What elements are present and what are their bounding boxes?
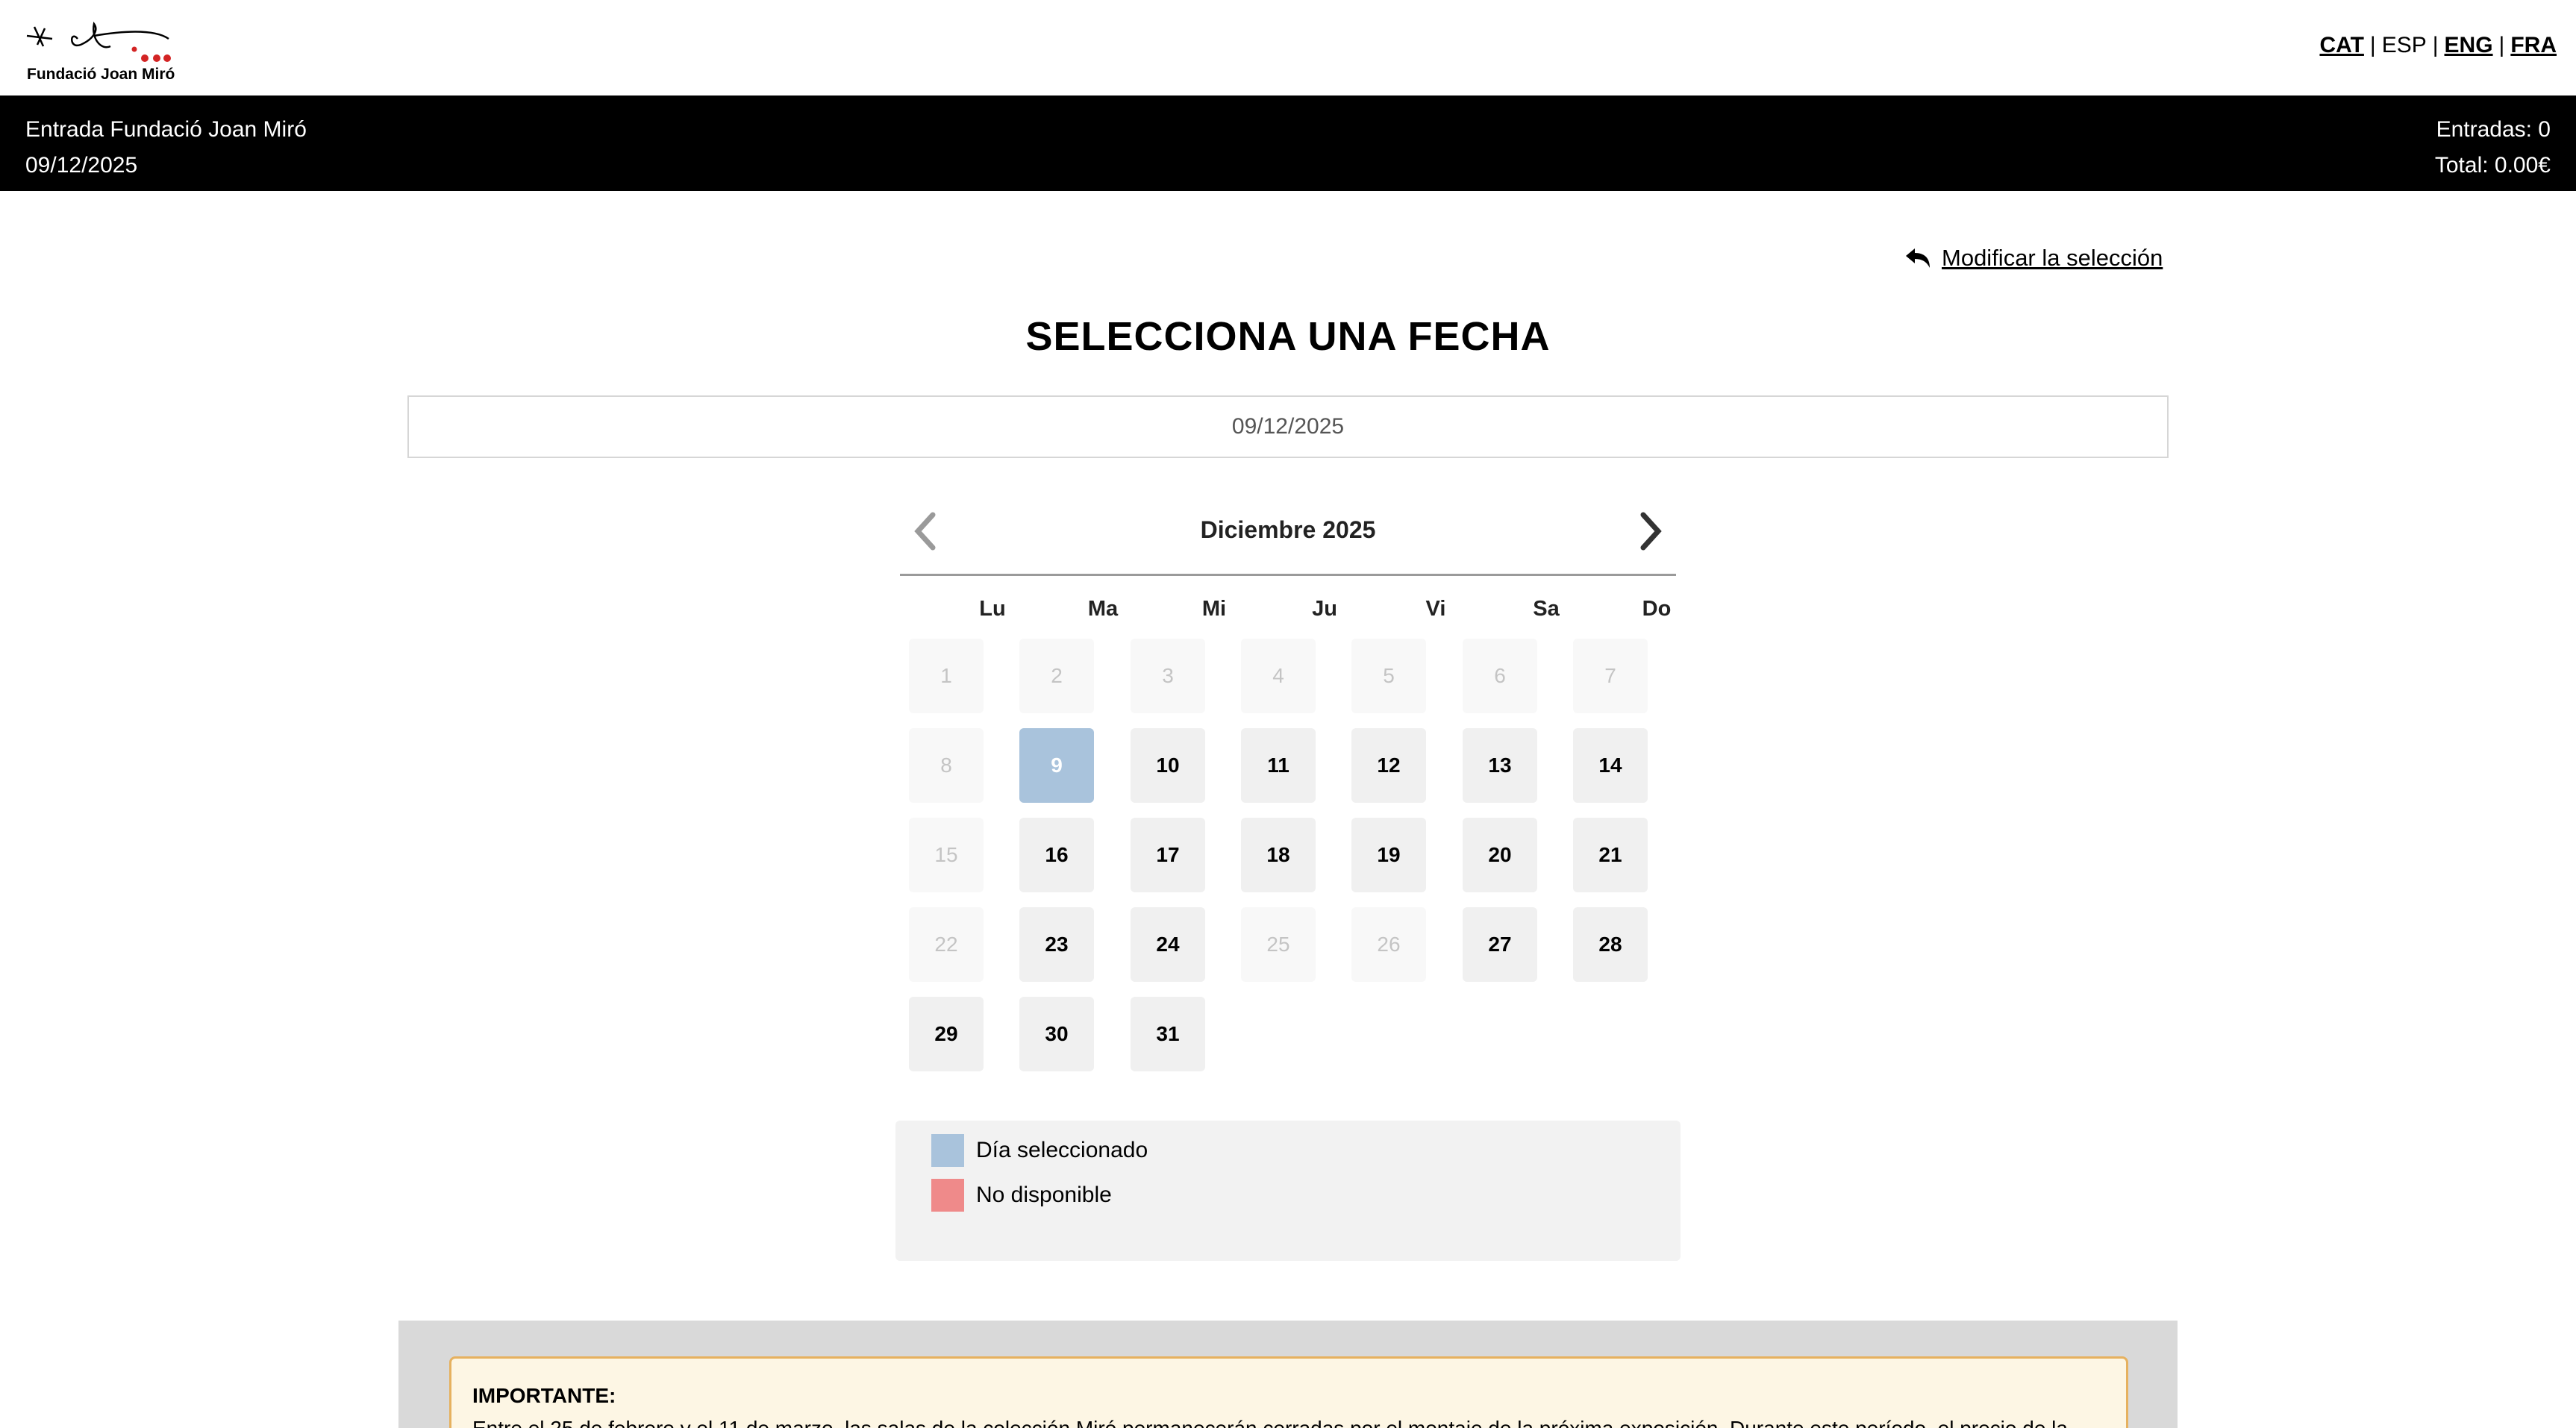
lang-esp[interactable]: ESP	[2382, 33, 2427, 57]
top-header: Fundació Joan Miró CAT | ESP | ENG | FRA	[0, 0, 2576, 95]
legend-selected-swatch	[931, 1134, 964, 1167]
calendar-day: 15	[909, 818, 984, 892]
calendar-day[interactable]: 30	[1019, 997, 1094, 1071]
weekday-label: Vi	[1425, 597, 1446, 621]
calendar-days-grid: 1 2 3 4 5 6 7 8 9 10 11 12 13 14 15 16 17 18 19 20 21 22 23 24 2…	[900, 639, 1676, 1086]
calendar-day: 26	[1351, 907, 1426, 982]
calendar-day: 2	[1019, 639, 1094, 713]
legend-unavailable: No disponible	[931, 1179, 1112, 1212]
weekday-label: Sa	[1533, 597, 1560, 621]
calendar-day[interactable]: 27	[1463, 907, 1537, 982]
calendar-day: 4	[1241, 639, 1316, 713]
ticket-date: 09/12/2025	[25, 153, 138, 178]
calendar-day[interactable]: 13	[1463, 728, 1537, 803]
lang-cat[interactable]: CAT	[2319, 33, 2363, 57]
legend-selected-label: Día seleccionado	[976, 1138, 1148, 1162]
entries-count: Entradas: 0	[2436, 117, 2551, 142]
calendar-day[interactable]: 28	[1573, 907, 1648, 982]
calendar-day[interactable]: 16	[1019, 818, 1094, 892]
lang-eng[interactable]: ENG	[2445, 33, 2493, 57]
fundacio-logo[interactable]: Fundació Joan Miró	[22, 16, 179, 85]
important-notice: IMPORTANTE: Entre el 25 de febrero y el …	[449, 1356, 2128, 1428]
undo-arrow-icon	[1906, 248, 1930, 268]
calendar-day[interactable]: 10	[1131, 728, 1205, 803]
calendar-day: 22	[909, 907, 984, 982]
logo-text: Fundació Joan Miró	[27, 66, 175, 83]
weekday-label: Ma	[1087, 597, 1119, 621]
next-month-chevron-icon[interactable]	[1633, 509, 1669, 554]
calendar-day: 6	[1463, 639, 1537, 713]
calendar-day: 3	[1131, 639, 1205, 713]
calendar-day[interactable]: 18	[1241, 818, 1316, 892]
calendar-header: Diciembre 2025	[900, 495, 1676, 576]
calendar: Diciembre 2025 Lu Ma Mi Ju Vi Sa Do 1234…	[900, 495, 1676, 1086]
calendar-day[interactable]: 23	[1019, 907, 1094, 982]
calendar-day: 1	[909, 639, 984, 713]
calendar-day[interactable]: 29	[909, 997, 984, 1071]
calendar-month-label: Diciembre 2025	[1200, 516, 1376, 543]
weekday-row: Lu Ma Mi Ju Vi Sa Do	[900, 576, 1676, 639]
weekday-label: Mi	[1201, 597, 1227, 621]
calendar-day[interactable]: 17	[1131, 818, 1205, 892]
lang-separator: |	[2432, 33, 2439, 57]
calendar-day[interactable]: 21	[1573, 818, 1648, 892]
modify-selection-link[interactable]: Modificar la selección	[1904, 243, 2163, 273]
calendar-day[interactable]: 12	[1351, 728, 1426, 803]
calendar-legend: Día seleccionado No disponible	[895, 1121, 1681, 1261]
weekday-label: Lu	[979, 597, 1006, 621]
modify-selection-label: Modificar la selección	[1942, 245, 2163, 271]
calendar-day[interactable]: 11	[1241, 728, 1316, 803]
calendar-day-selected[interactable]: 9	[1019, 728, 1094, 803]
calendar-day: 7	[1573, 639, 1648, 713]
miro-signature-icon	[26, 22, 171, 62]
calendar-day[interactable]: 19	[1351, 818, 1426, 892]
weekday-label: Ju	[1312, 597, 1337, 621]
legend-unavailable-swatch	[931, 1179, 964, 1212]
calendar-day[interactable]: 20	[1463, 818, 1537, 892]
order-summary-bar: Entrada Fundació Joan Miró 09/12/2025 En…	[0, 95, 2576, 191]
calendar-day: 8	[909, 728, 984, 803]
ticket-name: Entrada Fundació Joan Miró	[25, 117, 307, 142]
calendar-day[interactable]: 14	[1573, 728, 1648, 803]
notice-section: IMPORTANTE: Entre el 25 de febrero y el …	[398, 1321, 2178, 1428]
calendar-day: 5	[1351, 639, 1426, 713]
calendar-day: 25	[1241, 907, 1316, 982]
lang-fra[interactable]: FRA	[2510, 33, 2557, 57]
lang-separator: |	[2369, 33, 2376, 57]
page-title: SELECCIONA UNA FECHA	[1025, 314, 1551, 359]
weekday-label: Do	[1642, 597, 1672, 621]
notice-heading: IMPORTANTE:	[472, 1384, 616, 1407]
legend-selected: Día seleccionado	[931, 1134, 1148, 1167]
language-switcher: CAT | ESP | ENG | FRA	[2319, 33, 2557, 58]
ticket-info: Entrada Fundació Joan Miró 09/12/2025	[25, 112, 307, 184]
calendar-day[interactable]: 31	[1131, 997, 1205, 1071]
cart-totals: Entradas: 0 Total: 0.00€	[2435, 112, 2551, 184]
calendar-day[interactable]: 24	[1131, 907, 1205, 982]
legend-unavailable-label: No disponible	[976, 1183, 1112, 1207]
total-amount: Total: 0.00€	[2434, 153, 2551, 178]
notice-body: Entre el 25 de febrero y el 11 de marzo,…	[472, 1417, 2105, 1428]
date-input[interactable]	[407, 395, 2169, 458]
lang-separator: |	[2498, 33, 2505, 57]
